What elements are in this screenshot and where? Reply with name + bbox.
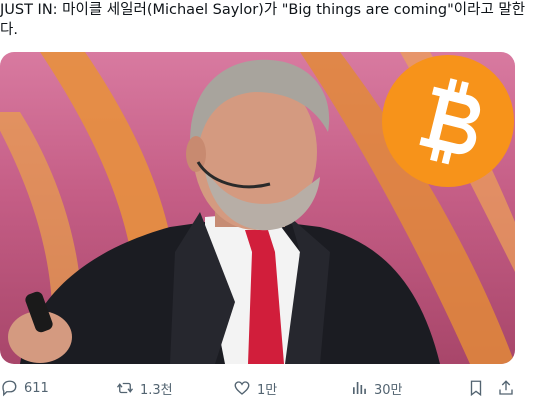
share-button[interactable] [497,372,521,404]
reply-icon [2,380,17,397]
reply-button[interactable]: 611 [0,372,49,404]
share-icon [499,380,513,395]
tweet-text: JUST IN: 마이클 세일러(Michael Saylor)가 "Big t… [0,2,526,38]
retweet-icon [116,382,134,394]
bookmark-icon [470,380,482,397]
like-button[interactable]: 1만 [233,372,277,404]
reply-count: 611 [24,380,49,396]
views-button[interactable]: 30만 [350,372,403,404]
views-chart-icon [353,382,366,394]
retweet-button[interactable]: 1.3천 [116,372,173,404]
tweet-actions-bar: 611 1.3천 1만 30만 [0,372,540,404]
retweet-count: 1.3천 [140,382,173,398]
heart-icon [234,381,250,395]
bookmark-button[interactable] [467,372,491,404]
like-count: 1만 [257,382,278,398]
view-count: 30만 [374,382,403,398]
bitcoin-icon [382,55,514,187]
